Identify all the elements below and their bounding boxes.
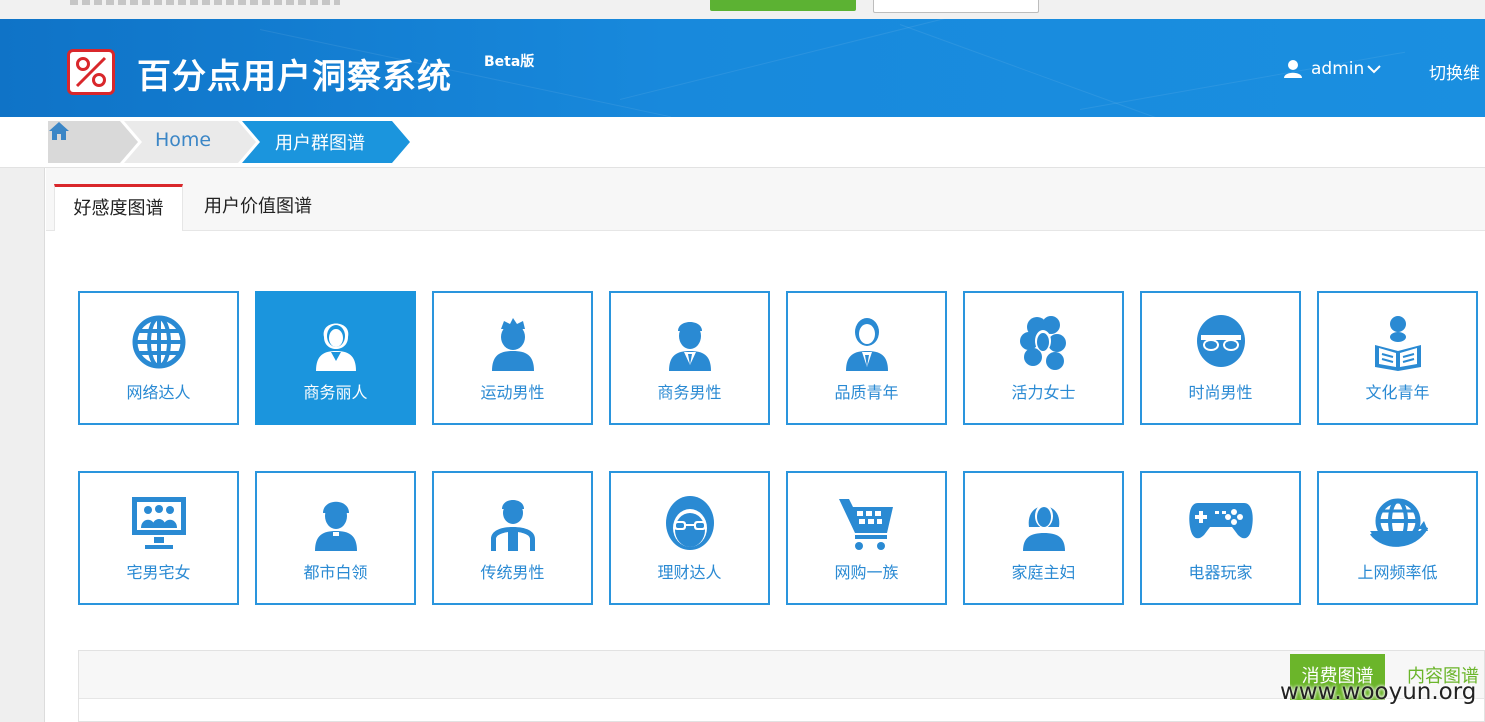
watermark-text: www.wooyun.org bbox=[1280, 679, 1477, 705]
segment-grid: 网络达人 商务丽人 运动男性 商务男性 品质青年 活力女士 时尚男性 文化青年 … bbox=[46, 231, 1485, 722]
segment-tile[interactable]: 电器玩家 bbox=[1140, 471, 1301, 605]
segment-tile[interactable]: 理财达人 bbox=[609, 471, 770, 605]
housewife-icon bbox=[1022, 504, 1065, 551]
segment-label: 活力女士 bbox=[1011, 383, 1076, 402]
toolbar-white-button[interactable] bbox=[873, 0, 1039, 13]
segment-label: 网络达人 bbox=[126, 383, 191, 402]
segment-label: 上网频率低 bbox=[1357, 563, 1438, 582]
quality-youth-icon bbox=[845, 318, 888, 371]
segment-tile[interactable]: 运动男性 bbox=[432, 291, 593, 425]
segment-tile[interactable]: 文化青年 bbox=[1317, 291, 1478, 425]
segment-tile[interactable]: 宅男宅女 bbox=[78, 471, 239, 605]
segment-label: 宅男宅女 bbox=[126, 563, 191, 582]
curly-woman-icon bbox=[1019, 316, 1066, 370]
segment-label: 时尚男性 bbox=[1188, 383, 1253, 402]
tab-bar: 好感度图谱 用户价值图谱 bbox=[46, 168, 1485, 231]
segment-label: 网购一族 bbox=[834, 563, 899, 582]
segment-tile[interactable]: 时尚男性 bbox=[1140, 291, 1301, 425]
segment-label: 传统男性 bbox=[480, 563, 545, 582]
segment-tile[interactable]: 网络达人 bbox=[78, 291, 239, 425]
breadcrumb-bar: Home 用户群图谱 bbox=[0, 117, 1485, 168]
segment-tile[interactable]: 传统男性 bbox=[432, 471, 593, 605]
user-name: admin bbox=[1311, 59, 1365, 79]
user-menu[interactable]: admin bbox=[1283, 59, 1389, 79]
shopping-cart-icon bbox=[838, 499, 893, 550]
segment-tile[interactable]: 上网频率低 bbox=[1317, 471, 1478, 605]
browser-toolbar-strip bbox=[0, 0, 1485, 19]
user-icon bbox=[1284, 60, 1302, 78]
switch-dimension-link[interactable]: 切换维 bbox=[1429, 59, 1480, 84]
segment-label: 都市白领 bbox=[303, 563, 368, 582]
tab-affinity-map[interactable]: 好感度图谱 bbox=[54, 184, 183, 231]
segment-tile-selected[interactable]: 商务丽人 bbox=[255, 291, 416, 425]
address-bar-fragment bbox=[70, 0, 340, 5]
chart-panel-header bbox=[79, 651, 1484, 699]
segment-tile[interactable]: 家庭主妇 bbox=[963, 471, 1124, 605]
segment-label: 理财达人 bbox=[657, 563, 722, 582]
segment-tile[interactable]: 商务男性 bbox=[609, 291, 770, 425]
segment-label: 品质青年 bbox=[834, 383, 899, 402]
gamepad-icon bbox=[1188, 503, 1253, 539]
segment-label: 文化青年 bbox=[1365, 383, 1430, 402]
segment-label: 运动男性 bbox=[480, 383, 545, 402]
reader-icon bbox=[1374, 316, 1421, 371]
businessman-icon bbox=[668, 322, 711, 371]
segment-label: 电器玩家 bbox=[1188, 563, 1253, 582]
segment-tile[interactable]: 活力女士 bbox=[963, 291, 1124, 425]
chart-panel: 消费图谱 内容图谱 bbox=[78, 650, 1485, 722]
sporty-man-icon bbox=[491, 318, 534, 371]
segment-tile[interactable]: 都市白领 bbox=[255, 471, 416, 605]
breadcrumb-home[interactable]: Home bbox=[155, 129, 211, 151]
app-title: 百分点用户洞察系统 bbox=[137, 57, 452, 97]
office-worker-icon bbox=[314, 501, 357, 551]
businesswoman-icon bbox=[315, 323, 356, 371]
segment-label: 商务丽人 bbox=[303, 383, 368, 402]
app-header: 百分点用户洞察系统 Beta版 admin 切换维 bbox=[0, 19, 1485, 117]
left-gutter bbox=[0, 168, 45, 722]
segment-label: 商务男性 bbox=[657, 383, 722, 402]
toolbar-green-button[interactable] bbox=[710, 0, 856, 11]
sunglasses-man-icon bbox=[1196, 315, 1245, 367]
globe-arrow-icon bbox=[1369, 498, 1428, 547]
chevron-down-icon bbox=[1367, 65, 1381, 74]
segment-tile[interactable]: 网购一族 bbox=[786, 471, 947, 605]
tie-man-icon bbox=[490, 500, 535, 551]
logo-icon[interactable] bbox=[67, 49, 115, 95]
globe-icon bbox=[132, 315, 185, 369]
beta-badge: Beta版 bbox=[484, 54, 535, 70]
breadcrumb-current: 用户群图谱 bbox=[275, 133, 365, 154]
home-icon[interactable] bbox=[48, 121, 70, 141]
tab-value-map[interactable]: 用户价值图谱 bbox=[204, 184, 312, 230]
monitor-people-icon bbox=[131, 497, 186, 549]
segment-tile[interactable]: 品质青年 bbox=[786, 291, 947, 425]
glasses-face-icon bbox=[665, 496, 714, 550]
segment-label: 家庭主妇 bbox=[1011, 563, 1076, 582]
